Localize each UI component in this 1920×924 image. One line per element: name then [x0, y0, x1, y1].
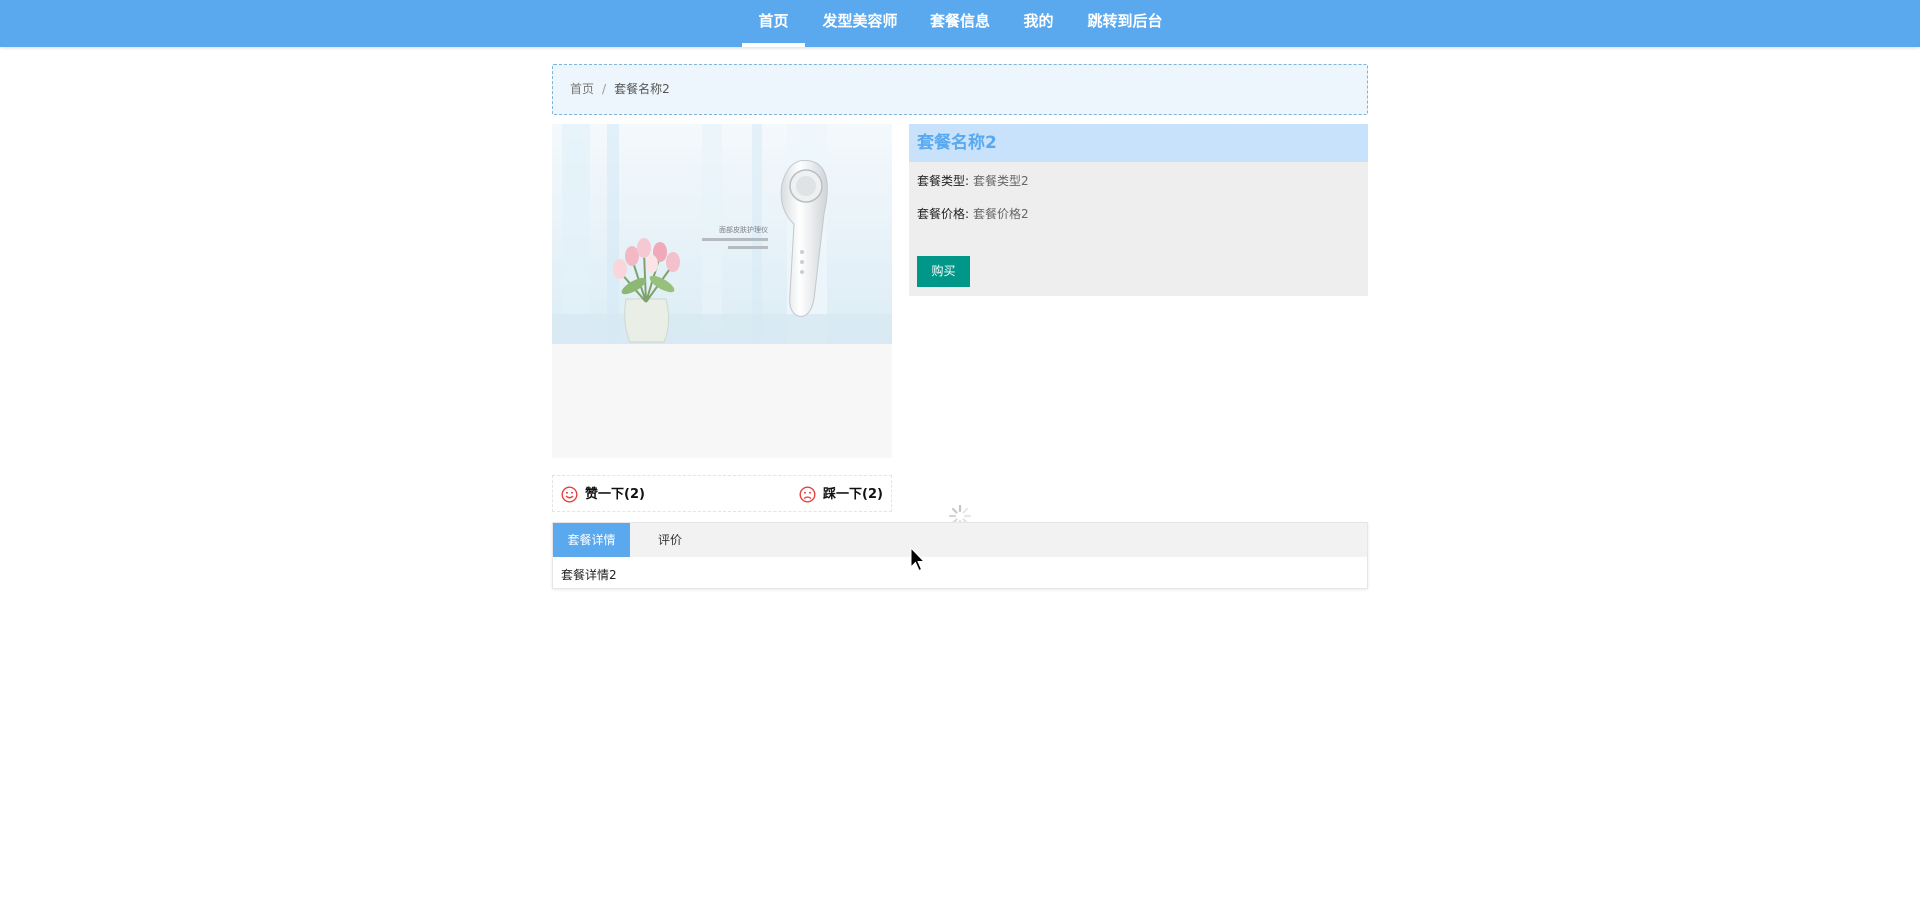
like-button[interactable]: 赞一下(2) [561, 476, 645, 513]
tab-reviews[interactable]: 评价 [630, 523, 710, 557]
top-navbar: 首页 发型美容师 套餐信息 我的 跳转到后台 [0, 0, 1920, 47]
product-type-row: 套餐类型: 套餐类型2 [917, 172, 1029, 189]
like-label: 赞一下(2) [585, 487, 645, 502]
product-info-panel: 套餐名称2 套餐类型: 套餐类型2 套餐价格: 套餐价格2 购买 [909, 124, 1368, 296]
frown-icon [799, 486, 816, 503]
product-image-container: 面部皮肤护理仪 [552, 124, 892, 458]
breadcrumb-separator: / [602, 82, 607, 96]
product-price-value: 套餐价格2 [973, 207, 1029, 221]
product-type-label: 套餐类型: [917, 174, 970, 188]
product-image: 面部皮肤护理仪 [552, 124, 892, 344]
mouse-cursor-icon [910, 547, 926, 572]
product-type-value: 套餐类型2 [973, 174, 1029, 188]
breadcrumb-current: 套餐名称2 [614, 82, 670, 96]
smile-icon [561, 486, 578, 503]
product-price-row: 套餐价格: 套餐价格2 [917, 205, 1029, 222]
tab-header: 套餐详情 评价 [553, 523, 1367, 557]
nav-item-packages[interactable]: 套餐信息 [922, 0, 998, 47]
nav-item-mine[interactable]: 我的 [1015, 0, 1062, 47]
nav-item-stylists[interactable]: 发型美容师 [815, 0, 905, 47]
tab-package-details[interactable]: 套餐详情 [553, 523, 630, 557]
dislike-label: 踩一下(2) [823, 487, 883, 502]
detail-tabs: 套餐详情 评价 套餐详情2 [552, 522, 1368, 589]
product-image-caption: 面部皮肤护理仪 [719, 225, 768, 234]
nav-item-admin[interactable]: 跳转到后台 [1079, 0, 1171, 47]
breadcrumb-home-link[interactable]: 首页 [570, 82, 594, 96]
dislike-button[interactable]: 踩一下(2) [799, 476, 883, 513]
tab-content: 套餐详情2 [561, 568, 617, 582]
buy-button[interactable]: 购买 [917, 256, 970, 287]
nav-item-home[interactable]: 首页 [742, 0, 805, 47]
breadcrumb: 首页 / 套餐名称2 [552, 64, 1368, 115]
product-title: 套餐名称2 [909, 124, 1368, 162]
product-price-label: 套餐价格: [917, 207, 970, 221]
vote-bar: 赞一下(2) 踩一下(2) [552, 475, 892, 512]
